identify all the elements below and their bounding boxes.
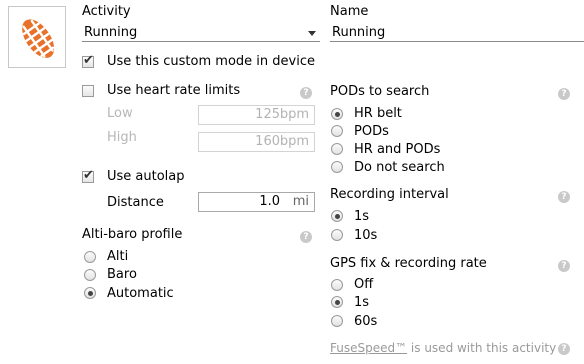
hr-low-field[interactable]: 125 bpm <box>198 105 315 125</box>
radio-selected-dot <box>334 299 340 305</box>
help-icon[interactable]: ? <box>300 231 312 243</box>
hr-high-unit: bpm <box>279 134 309 149</box>
radio-do-not-search[interactable] <box>331 161 343 173</box>
activity-icon-box <box>8 6 66 68</box>
radio-alti[interactable] <box>84 251 96 263</box>
alti-baro-label: Alti-baro profile <box>82 227 183 242</box>
gps-label: GPS fix & recording rate <box>330 256 487 271</box>
radio-do-not-search-label: Do not search <box>354 160 445 175</box>
fusespeed-link[interactable]: FuseSpeed™ <box>330 341 407 355</box>
hr-low-unit: bpm <box>279 107 309 122</box>
heart-rate-checkbox[interactable] <box>82 85 94 97</box>
activity-select[interactable]: Running <box>82 24 320 42</box>
radio-gps-1s-label: 1s <box>354 295 370 310</box>
help-icon[interactable]: ? <box>558 260 570 272</box>
radio-gps-1s[interactable] <box>331 296 343 308</box>
heart-rate-label: Use heart rate limits <box>107 83 241 98</box>
name-label: Name <box>330 4 369 19</box>
distance-label: Distance <box>107 195 164 210</box>
radio-baro[interactable] <box>84 269 96 281</box>
radio-hr-and-pods-label: HR and PODs <box>354 142 441 157</box>
running-shoe-icon <box>22 19 55 58</box>
radio-selected-dot <box>334 213 340 219</box>
radio-hr-and-pods[interactable] <box>331 143 343 155</box>
radio-hr-belt-label: HR belt <box>354 106 402 121</box>
help-icon[interactable]: ? <box>558 88 570 100</box>
autolap-checkbox[interactable]: ✔ <box>82 168 94 183</box>
help-icon[interactable]: ? <box>300 87 312 99</box>
name-input[interactable]: Running <box>330 24 584 42</box>
hr-high-value: 160 <box>255 134 280 149</box>
radio-selected-dot <box>87 290 93 296</box>
radio-interval-10s[interactable] <box>331 229 343 241</box>
radio-interval-1s[interactable] <box>331 210 343 222</box>
radio-pods[interactable] <box>331 125 343 137</box>
activity-select-value: Running <box>84 25 138 40</box>
radio-gps-60s-label: 60s <box>354 314 378 329</box>
hr-low-value: 125 <box>255 107 280 122</box>
radio-gps-60s[interactable] <box>331 315 343 327</box>
hr-low-label: Low <box>107 106 133 121</box>
fusespeed-note: FuseSpeed™ is used with this activity <box>330 341 556 355</box>
radio-alti-label: Alti <box>107 249 129 264</box>
radio-automatic[interactable] <box>84 287 96 299</box>
radio-gps-off-label: Off <box>354 277 374 292</box>
radio-automatic-label: Automatic <box>107 286 174 301</box>
chevron-down-icon <box>308 31 316 36</box>
name-input-value: Running <box>332 25 386 40</box>
autolap-label: Use autolap <box>107 169 185 184</box>
hr-high-label: High <box>107 130 137 145</box>
distance-unit: mi <box>292 194 309 209</box>
pods-label: PODs to search <box>330 84 430 99</box>
activity-label: Activity <box>82 4 131 19</box>
distance-value: 1.0 <box>259 194 280 209</box>
custom-mode-checkbox[interactable]: ✔ <box>82 53 94 68</box>
help-icon[interactable]: ? <box>558 191 570 203</box>
radio-hr-belt[interactable] <box>331 108 343 120</box>
help-icon[interactable]: ? <box>558 343 570 355</box>
radio-pods-label: PODs <box>354 124 389 139</box>
fusespeed-text: is used with this activity <box>407 341 557 355</box>
recording-interval-label: Recording interval <box>330 187 449 202</box>
checkmark-icon: ✔ <box>83 168 94 183</box>
distance-field[interactable]: 1.0 mi <box>198 192 315 212</box>
custom-mode-label: Use this custom mode in device <box>107 54 315 69</box>
radio-interval-1s-label: 1s <box>354 209 370 224</box>
hr-high-field[interactable]: 160 bpm <box>198 132 315 152</box>
checkmark-icon: ✔ <box>83 53 94 68</box>
radio-selected-dot <box>334 111 340 117</box>
radio-interval-10s-label: 10s <box>354 228 378 243</box>
radio-gps-off[interactable] <box>331 279 343 291</box>
radio-baro-label: Baro <box>107 267 137 282</box>
